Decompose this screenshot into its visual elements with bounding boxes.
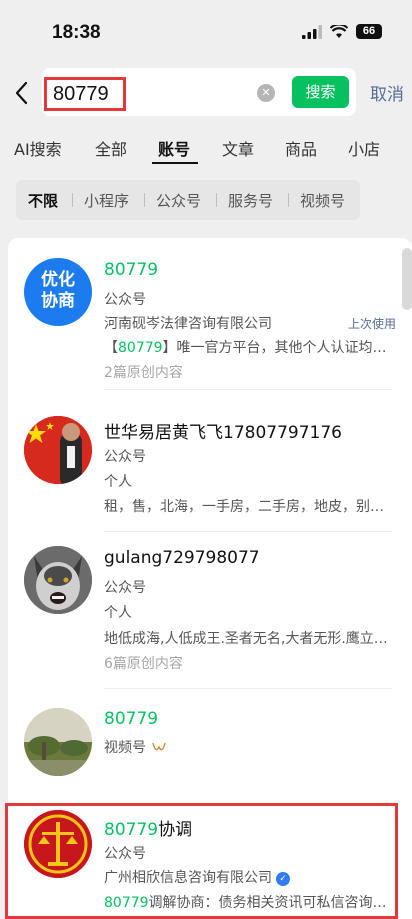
- battery-icon: 66: [356, 24, 382, 39]
- result-title: 世华易居黄飞飞17807797176: [104, 423, 342, 443]
- result-owner: 个人: [104, 605, 132, 621]
- result-type: 公众号: [104, 449, 146, 465]
- signal-icon: [302, 24, 322, 39]
- status-bar: 18:38 66: [0, 0, 412, 66]
- result-type: 视频号: [104, 737, 167, 757]
- last-used-badge: 上次使用: [347, 317, 396, 331]
- result-meta: 2篇原创内容: [104, 365, 183, 381]
- flag-photo-icon: [24, 416, 92, 484]
- result-owner: 个人: [104, 474, 132, 490]
- result-item[interactable]: gulang729798077 公众号 个人 地低成海,人低成王.圣者无名,大者…: [8, 532, 400, 689]
- avatar: [24, 546, 92, 614]
- filter-mini-program[interactable]: 小程序: [84, 190, 129, 211]
- search-row: 80779: [0, 68, 412, 118]
- result-title: gulang729798077: [104, 548, 260, 568]
- filter-service-account[interactable]: 服务号: [228, 190, 273, 211]
- channels-icon: [152, 742, 167, 751]
- tab-accounts[interactable]: 账号: [158, 136, 190, 160]
- result-type: 公众号: [104, 580, 146, 596]
- avatar-text: 协商: [41, 291, 75, 311]
- wifi-icon: [330, 24, 348, 38]
- filter-separator: [72, 193, 73, 207]
- avatar: 优化 协商: [24, 258, 92, 326]
- search-button[interactable]: 搜索: [292, 76, 349, 108]
- search-input[interactable]: 80779: [44, 77, 126, 111]
- cancel-button[interactable]: 取消: [370, 80, 404, 105]
- tab-ai-search[interactable]: AI搜索: [14, 136, 62, 160]
- result-description: 地低成海,人低成王.圣者无名,大者无形.鹰立…: [104, 631, 388, 647]
- wolf-photo-icon: [24, 546, 92, 614]
- filter-separator: [288, 193, 289, 207]
- result-title: 80779: [104, 260, 159, 280]
- clear-icon[interactable]: ✕: [257, 84, 275, 102]
- active-tab-indicator: [152, 162, 198, 164]
- result-meta: 6篇原创内容: [104, 656, 183, 672]
- filter-bar: 不限 小程序 公众号 服务号 视频号: [16, 180, 360, 220]
- landscape-photo-icon: [24, 708, 92, 776]
- avatar: [24, 416, 92, 484]
- status-time: 18:38: [52, 22, 101, 43]
- avatar-text: 优化: [41, 270, 75, 290]
- system-icons: 66: [302, 24, 382, 39]
- result-type: 公众号: [104, 292, 146, 308]
- result-item[interactable]: 优化 协商 80779 公众号 河南砚岑法律咨询有限公司 上次使用 【80779…: [8, 248, 400, 390]
- tab-products[interactable]: 商品: [285, 136, 317, 160]
- filter-unlimited[interactable]: 不限: [28, 190, 58, 211]
- result-item[interactable]: 世华易居黄飞飞17807797176 公众号 个人 租，售，北海，一手房，二手房…: [8, 390, 400, 532]
- filter-official-account[interactable]: 公众号: [156, 190, 201, 211]
- filter-separator: [216, 193, 217, 207]
- tab-shops[interactable]: 小店: [348, 136, 380, 160]
- result-description: 【80779】唯一官方平台，其他个人认证均…: [104, 340, 387, 356]
- tab-all[interactable]: 全部: [95, 136, 127, 160]
- scroll-handle[interactable]: [402, 248, 412, 310]
- result-owner: 河南砚岑法律咨询有限公司: [104, 316, 272, 332]
- tab-articles[interactable]: 文章: [222, 136, 254, 160]
- back-arrow-icon[interactable]: [10, 79, 34, 107]
- result-item[interactable]: 80779 视频号: [8, 688, 400, 800]
- highlight-box: [5, 803, 398, 919]
- filter-separator: [144, 193, 145, 207]
- avatar: [24, 708, 92, 776]
- result-title: 80779: [104, 709, 159, 729]
- category-tabs: AI搜索 全部 账号 文章 商品 小店: [0, 132, 412, 164]
- result-description: 租，售，北海，一手房，二手房，地皮，别…: [104, 499, 384, 515]
- filter-channels[interactable]: 视频号: [300, 190, 345, 211]
